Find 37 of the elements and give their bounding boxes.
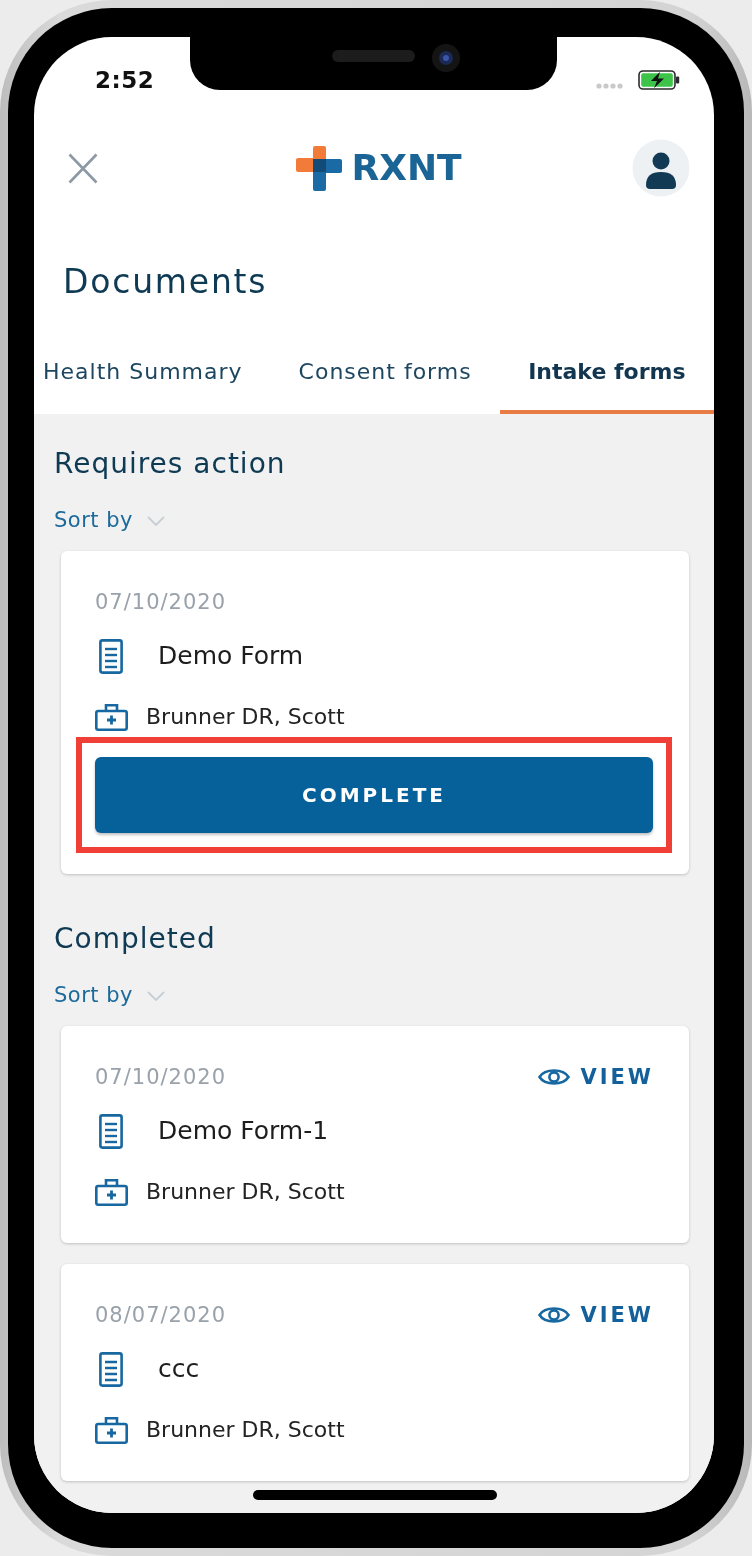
form-date: 08/07/2020 <box>95 1302 227 1329</box>
medical-bag-icon <box>95 1178 128 1206</box>
status-time: 2:52 <box>95 67 155 93</box>
sort-dropdown[interactable]: Sort by <box>54 981 165 1009</box>
section-title: Completed <box>54 921 216 957</box>
medical-bag-icon <box>95 1416 128 1444</box>
complete-button[interactable]: COMPLETE <box>95 757 653 833</box>
eye-icon <box>538 1067 571 1087</box>
sort-dropdown[interactable]: Sort by <box>54 506 165 534</box>
page-title: Documents <box>63 262 269 302</box>
tab[interactable]: Consent forms <box>270 350 500 414</box>
eye-icon <box>538 1305 571 1325</box>
document-icon <box>99 1113 123 1149</box>
medical-bag-icon <box>95 703 128 731</box>
chevron-down-icon <box>147 516 165 526</box>
document-icon <box>99 638 123 674</box>
chevron-down-icon <box>147 991 165 1001</box>
signal-icon <box>596 83 623 89</box>
camera-lens <box>432 44 460 72</box>
form-date: 07/10/2020 <box>95 589 227 616</box>
form-name: Demo Form <box>158 640 304 672</box>
avatar-icon[interactable] <box>632 139 690 197</box>
battery-icon <box>638 70 680 90</box>
medical-cross-icon <box>296 145 343 191</box>
section-title: Requires action <box>54 446 286 482</box>
form-name: ccc <box>158 1353 200 1385</box>
provider-name: Brunner DR, Scott <box>146 703 345 731</box>
form-date: 07/10/2020 <box>95 1064 227 1091</box>
close-icon[interactable] <box>68 152 98 184</box>
provider-name: Brunner DR, Scott <box>146 1416 345 1444</box>
view-button[interactable]: VIEW <box>538 1063 654 1091</box>
document-icon <box>99 1351 123 1387</box>
provider-name: Brunner DR, Scott <box>146 1178 345 1206</box>
logo-wordmark: RXNT <box>351 148 462 188</box>
view-button[interactable]: VIEW <box>538 1301 654 1329</box>
form-name: Demo Form-1 <box>158 1115 329 1147</box>
tab[interactable]: Health Summary <box>34 350 271 414</box>
